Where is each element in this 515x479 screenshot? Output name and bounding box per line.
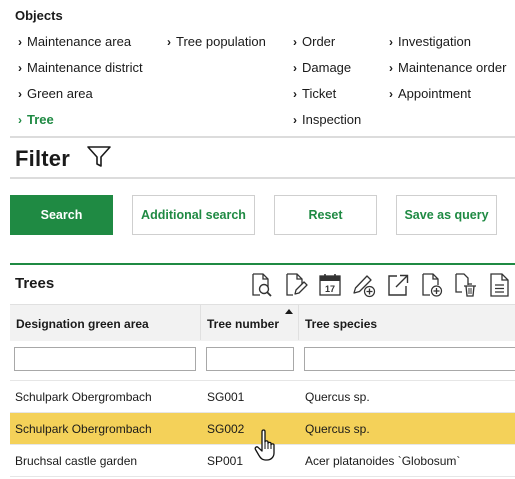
funnel-icon[interactable] xyxy=(86,144,112,170)
calendar-day: 17 xyxy=(325,284,335,294)
open-external-icon[interactable] xyxy=(386,272,410,298)
nav-maintenance-area[interactable]: › Maintenance area xyxy=(18,34,131,49)
trees-title: Trees xyxy=(15,275,55,292)
chevron-right-icon: › xyxy=(18,87,22,101)
cell-designation-green-area: Schulpark Obergrombach xyxy=(15,390,152,404)
search-button[interactable]: Search xyxy=(10,195,113,235)
sort-ascending-icon[interactable] xyxy=(285,309,293,314)
calendar-icon[interactable]: 17 xyxy=(318,272,342,298)
chevron-right-icon: › xyxy=(18,61,22,75)
cell-designation-green-area: Schulpark Obergrombach xyxy=(15,422,152,436)
document-icon[interactable] xyxy=(488,272,512,298)
filter-title: Filter xyxy=(15,146,70,171)
nav-order[interactable]: › Order xyxy=(293,34,335,49)
cell-tree-number: SP001 xyxy=(207,454,244,468)
chevron-right-icon: › xyxy=(389,87,393,101)
filter-tree-number-input[interactable] xyxy=(206,347,294,371)
nav-green-area[interactable]: › Green area xyxy=(18,86,93,101)
column-header-designation-green-area[interactable]: Designation green area xyxy=(16,317,149,331)
cell-designation-green-area: Bruchsal castle garden xyxy=(15,454,138,468)
nav-maintenance-order[interactable]: › Maintenance order xyxy=(389,60,506,75)
cell-tree-species: Acer platanoides `Globosum` xyxy=(305,454,461,468)
chevron-right-icon: › xyxy=(18,35,22,49)
cell-tree-number: SG001 xyxy=(207,390,245,404)
view-document-icon[interactable] xyxy=(250,272,274,298)
copy-delete-icon[interactable] xyxy=(454,272,478,298)
table-row[interactable]: Schulpark Obergrombach SG001 Quercus sp. xyxy=(10,380,515,413)
nav-maintenance-district[interactable]: › Maintenance district xyxy=(18,60,143,75)
column-header-tree-number[interactable]: Tree number xyxy=(207,317,279,331)
nav-tree-population[interactable]: › Tree population xyxy=(167,34,266,49)
column-separator xyxy=(200,304,201,340)
chevron-right-icon: › xyxy=(389,35,393,49)
results-divider xyxy=(10,263,515,265)
nav-tree[interactable]: › Tree xyxy=(18,112,54,127)
hand-pointer-icon xyxy=(254,429,275,461)
cell-tree-species: Quercus sp. xyxy=(305,390,370,404)
chevron-right-icon: › xyxy=(293,113,297,127)
chevron-right-icon: › xyxy=(293,35,297,49)
chevron-right-icon: › xyxy=(389,61,393,75)
chevron-right-icon: › xyxy=(293,61,297,75)
nav-investigation[interactable]: › Investigation xyxy=(389,34,471,49)
objects-title: Objects xyxy=(15,8,63,23)
chevron-right-icon: › xyxy=(18,113,22,127)
table-bottom-border xyxy=(10,476,515,477)
nav-ticket[interactable]: › Ticket xyxy=(293,86,336,101)
nav-inspection[interactable]: › Inspection xyxy=(293,112,361,127)
nav-appointment[interactable]: › Appointment xyxy=(389,86,471,101)
filter-tree-species-input[interactable] xyxy=(304,347,515,371)
additional-search-button[interactable]: Additional search xyxy=(132,195,255,235)
save-as-query-button[interactable]: Save as query xyxy=(396,195,497,235)
cell-tree-number: SG002 xyxy=(207,422,245,436)
pencil-add-icon[interactable] xyxy=(352,272,376,298)
column-separator xyxy=(298,304,299,340)
chevron-right-icon: › xyxy=(167,35,171,49)
cell-tree-species: Quercus sp. xyxy=(305,422,370,436)
filter-designation-green-area-input[interactable] xyxy=(14,347,196,371)
chevron-right-icon: › xyxy=(293,87,297,101)
column-header-tree-species[interactable]: Tree species xyxy=(305,317,377,331)
reset-button[interactable]: Reset xyxy=(274,195,377,235)
filter-divider xyxy=(10,177,515,179)
add-document-icon[interactable] xyxy=(420,272,444,298)
section-divider xyxy=(10,136,515,138)
nav-damage[interactable]: › Damage xyxy=(293,60,351,75)
edit-document-icon[interactable] xyxy=(284,272,308,298)
